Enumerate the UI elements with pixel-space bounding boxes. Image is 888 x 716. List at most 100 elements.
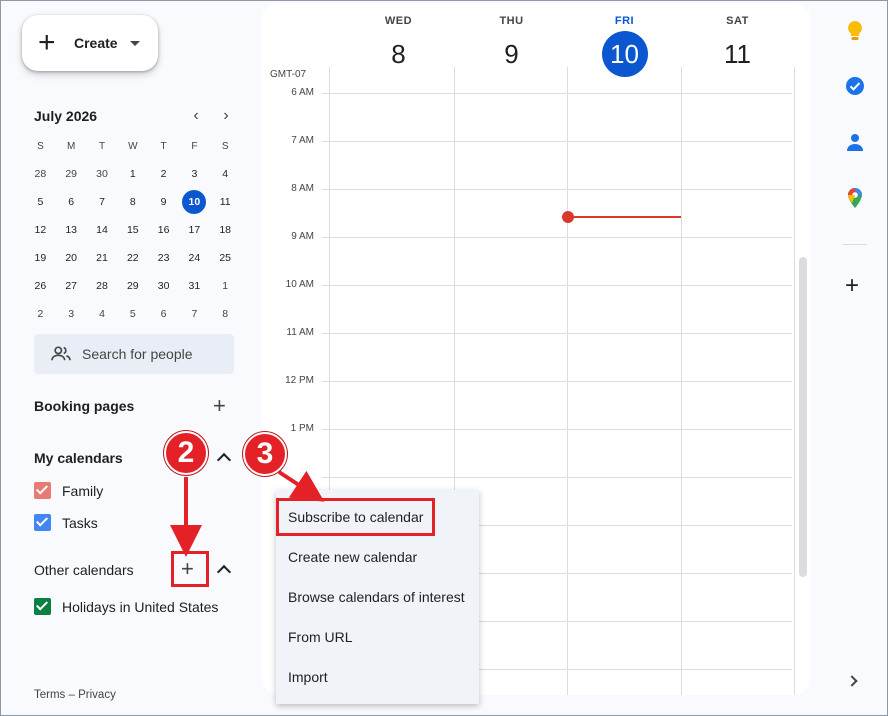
search-people-placeholder: Search for people [82,346,193,362]
mini-calendar-day[interactable]: 28 [87,272,118,300]
weekday-label: F [191,140,198,152]
vertical-scrollbar[interactable] [799,257,807,577]
day-header-fri[interactable]: FRI 10 [568,3,681,77]
calendar-item-holidays[interactable]: Holidays in United States [34,598,218,615]
menu-item-from-url[interactable]: From URL [276,617,479,657]
collapse-other-calendars-icon[interactable] [216,564,232,580]
mini-calendar-day[interactable]: 8 [210,300,241,328]
day-of-week: THU [499,15,524,27]
day-number[interactable]: 9 [489,31,535,77]
mini-calendar-day[interactable]: 2 [148,160,179,188]
weekday-label: M [67,140,76,152]
highlight-subscribe [276,498,435,536]
calendar-item-tasks[interactable]: Tasks [34,514,98,531]
day-number[interactable]: 10 [601,31,648,77]
mini-calendar-day[interactable]: 3 [56,300,87,328]
contacts-icon[interactable] [844,131,866,153]
next-month-button[interactable]: › [216,106,236,126]
menu-item-import[interactable]: Import [276,657,479,697]
hour-gridline [322,381,792,382]
prev-month-button[interactable]: ‹ [186,106,206,126]
checkbox-tasks[interactable] [34,514,51,531]
keep-icon[interactable] [844,20,866,42]
mini-calendar-day[interactable]: 3 [179,160,210,188]
mini-calendar-day[interactable]: 6 [56,188,87,216]
mini-calendar-day[interactable]: 30 [148,272,179,300]
calendar-item-family[interactable]: Family [34,482,103,499]
hour-gridline [322,93,792,94]
menu-item-browse[interactable]: Browse calendars of interest [276,577,479,617]
mini-calendar-day[interactable]: 2 [25,300,56,328]
mini-calendar-day[interactable]: 7 [179,300,210,328]
add-booking-page-button[interactable]: + [213,395,226,417]
mini-calendar-day[interactable]: 5 [25,188,56,216]
hour-label: 6 AM [291,87,314,98]
day-of-week: FRI [614,15,635,27]
mini-calendar-day[interactable]: 20 [56,244,87,272]
mini-calendar-day[interactable]: 14 [87,216,118,244]
expand-side-panel-icon[interactable] [846,675,858,687]
get-addons-button[interactable]: + [845,274,859,298]
mini-calendar-day[interactable]: 10 [179,188,210,216]
weekday-label: S [37,140,44,152]
mini-calendar-day[interactable]: 12 [25,216,56,244]
other-calendars-label: Other calendars [34,562,134,578]
mini-calendar-day[interactable]: 27 [56,272,87,300]
maps-icon[interactable] [844,187,866,209]
mini-calendar-day[interactable]: 6 [148,300,179,328]
mini-calendar-day[interactable]: 21 [87,244,118,272]
mini-calendar-day[interactable]: 9 [148,188,179,216]
mini-calendar-day[interactable]: 18 [210,216,241,244]
mini-calendar-day[interactable]: 29 [56,160,87,188]
hour-label: 8 AM [291,183,314,194]
mini-calendar-day[interactable]: 22 [117,244,148,272]
mini-calendar-day[interactable]: 28 [25,160,56,188]
day-header-sat[interactable]: SAT 11 [681,3,794,77]
mini-calendar-day[interactable]: 4 [210,160,241,188]
privacy-link[interactable]: Privacy [78,689,116,701]
day-header-wed[interactable]: WED 8 [342,3,455,77]
mini-calendar-day[interactable]: 11 [210,188,241,216]
hour-gridline [322,285,792,286]
step-2-badge: 2 [164,431,208,475]
hour-gridline [322,429,792,430]
tasks-icon[interactable] [844,75,866,97]
day-number[interactable]: 8 [376,31,422,77]
mini-calendar-day[interactable]: 7 [87,188,118,216]
mini-calendar-day[interactable]: 13 [56,216,87,244]
mini-calendar-day[interactable]: 1 [210,272,241,300]
mini-calendar-day[interactable]: 26 [25,272,56,300]
mini-calendar-day[interactable]: 29 [117,272,148,300]
mini-calendar-day[interactable]: 16 [148,216,179,244]
mini-calendar-day[interactable]: 31 [179,272,210,300]
menu-item-create-new[interactable]: Create new calendar [276,537,479,577]
mini-calendar-day[interactable]: 1 [117,160,148,188]
highlight-add-calendar [171,551,209,587]
checkbox-holidays[interactable] [34,598,51,615]
mini-calendar-day[interactable]: 25 [210,244,241,272]
mini-calendar-title: July 2026 [34,108,98,124]
mini-calendar-day[interactable]: 15 [117,216,148,244]
mini-calendar-day[interactable]: 5 [117,300,148,328]
hour-gridline [322,333,792,334]
day-number[interactable]: 11 [715,31,761,77]
checkbox-family[interactable] [34,482,51,499]
mini-calendar-day[interactable]: 23 [148,244,179,272]
mini-calendar-day[interactable]: 19 [25,244,56,272]
mini-calendar-day[interactable]: 4 [87,300,118,328]
mini-calendar-day[interactable]: 30 [87,160,118,188]
step-3-badge: 3 [243,432,287,476]
mini-calendar-day[interactable]: 17 [179,216,210,244]
my-calendars-label: My calendars [34,450,123,466]
weekday-label: S [221,140,229,152]
terms-link[interactable]: Terms [34,689,65,701]
mini-calendar-day[interactable]: 24 [179,244,210,272]
collapse-my-calendars-icon[interactable] [216,452,232,468]
create-button[interactable]: + Create [22,15,158,71]
current-time-line [568,216,681,218]
day-header-thu[interactable]: THU 9 [455,3,568,77]
plus-icon: + [38,26,56,59]
mini-calendar-day[interactable]: 8 [117,188,148,216]
mini-calendar-grid: S M T W T F S 28 29 30 1 2 3 4 5 6 7 8 9 10 11 12 13 14 15 16 17 18… [25,132,241,328]
search-people-input[interactable]: Search for people [34,334,234,374]
